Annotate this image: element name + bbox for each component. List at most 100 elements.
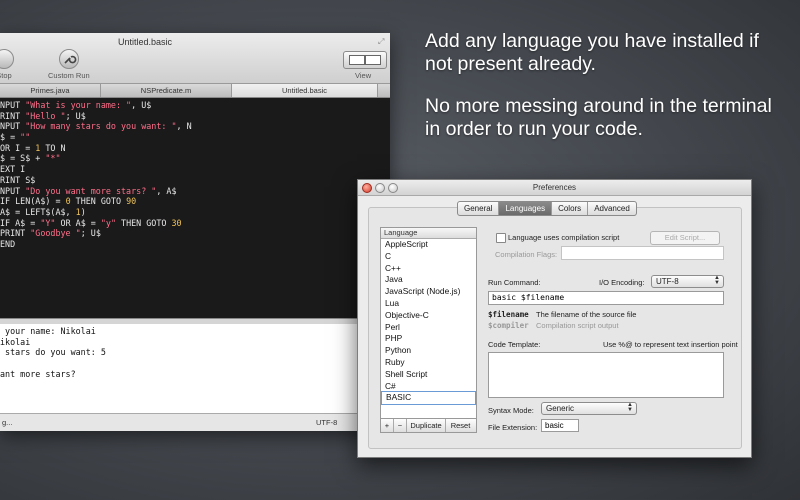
tab-untitled-basic[interactable]: Untitled.basic [232, 84, 378, 97]
code-token: A$ = LEFT$(A$, [0, 206, 76, 217]
code-line[interactable]: $ = S$ + "*" [0, 153, 390, 164]
code-token: THEN GOTO [116, 217, 172, 228]
duplicate-language-button[interactable]: Duplicate [407, 419, 446, 432]
code-line[interactable]: IF LEN(A$) = 0 THEN GOTO 90 [0, 196, 390, 207]
editor-tab-bar: Primes.java NSPredicate.m Untitled.basic [0, 84, 390, 98]
minimize-button[interactable] [375, 183, 385, 193]
language-list-item[interactable]: Java [381, 274, 476, 286]
code-editor[interactable]: NPUT "What is your name: ", U$ RINT "Hell… [0, 98, 390, 318]
code-template-field[interactable] [488, 352, 724, 398]
language-list-item[interactable]: PHP [381, 333, 476, 345]
close-button[interactable] [362, 183, 372, 193]
custom-run-button[interactable]: Custom Run [48, 49, 90, 80]
zoom-button[interactable] [388, 183, 398, 193]
code-line[interactable]: RINT "Hello "; U$ [0, 111, 390, 122]
code-token: , U$ [131, 100, 152, 110]
stop-label: Stop [0, 71, 12, 80]
language-list-item[interactable]: C++ [381, 263, 476, 275]
compilation-flags-field[interactable] [561, 246, 724, 260]
io-encoding-value: UTF-8 [656, 277, 679, 286]
window-controls [362, 183, 398, 193]
language-list-item[interactable]: Objective-C [381, 310, 476, 322]
reset-language-button[interactable]: Reset [446, 419, 475, 432]
console-line: your name: Nikolai [0, 326, 96, 336]
preferences-tabs: General Languages Colors Advanced [457, 201, 637, 216]
tab-general[interactable]: General [458, 202, 500, 215]
language-list-item[interactable]: C# [381, 381, 476, 393]
language-list-item[interactable]: Perl [381, 322, 476, 334]
view-label: View [355, 71, 372, 80]
edit-script-button[interactable]: Edit Script... [650, 231, 720, 245]
tab-primes-java[interactable]: Primes.java [0, 84, 101, 97]
code-line[interactable]: OR I = 1 TO N [0, 143, 390, 154]
io-encoding-label: I/O Encoding: [599, 278, 645, 287]
code-token: NPUT [0, 100, 26, 110]
custom-run-label: Custom Run [48, 71, 90, 80]
file-extension-field[interactable]: basic [541, 419, 579, 432]
language-list-item[interactable]: Python [381, 345, 476, 357]
popup-arrows-icon: ▲ ▼ [627, 402, 633, 413]
language-list-item[interactable]: JavaScript (Node.js) [381, 286, 476, 298]
language-list-item[interactable]: Ruby [381, 357, 476, 369]
headline-line-2: No more messing around in the terminal i… [425, 95, 772, 140]
compilation-script-checkbox[interactable] [496, 233, 506, 243]
code-token: $ = S$ + [0, 153, 46, 164]
code-line[interactable]: EXT I [0, 164, 390, 175]
compiler-description: Compilation script output [536, 321, 619, 330]
code-token: TO N [40, 142, 66, 153]
code-token: ; U$ [65, 110, 86, 121]
fullscreen-icon[interactable]: ⤢ [378, 37, 384, 47]
stop-button[interactable]: Stop [0, 49, 14, 80]
code-line[interactable]: END [0, 239, 390, 250]
tab-colors[interactable]: Colors [552, 202, 589, 215]
code-line[interactable]: PRINT "Goodbye "; U$ [0, 228, 390, 239]
language-list-item[interactable]: BASIC [381, 391, 476, 406]
tab-languages[interactable]: Languages [499, 202, 553, 215]
code-line[interactable]: IF A$ = "Y" OR A$ = "y" THEN GOTO 30 [0, 218, 390, 229]
console-line: ikolai [0, 336, 31, 347]
language-list-item[interactable]: AppleScript [381, 239, 476, 251]
code-line[interactable]: $ = "" [0, 132, 390, 143]
code-token: ) [80, 206, 86, 217]
code-line[interactable]: NPUT "What is your name: ", U$ [0, 100, 390, 111]
filename-variable: $filename [488, 310, 529, 319]
filename-description: The filename of the source file [536, 310, 637, 319]
code-line[interactable]: NPUT "How many stars do you want: ", N [0, 121, 390, 132]
language-list-item[interactable]: Shell Script [381, 369, 476, 381]
code-line[interactable]: A$ = LEFT$(A$, 1) [0, 207, 390, 218]
output-console[interactable]: your name: Nikolai ikolai stars do you wa… [0, 324, 390, 413]
preferences-window: Preferences General Languages Colors Adv… [357, 179, 752, 458]
wrench-icon [58, 49, 79, 69]
remove-language-button[interactable]: − [394, 419, 407, 432]
code-token: , N [176, 121, 192, 132]
view-toggle-button[interactable] [343, 51, 387, 69]
code-template-label: Code Template: [488, 340, 541, 349]
preferences-title: Preferences [532, 183, 577, 192]
code-token: IF LEN(A$) = [0, 196, 66, 207]
tab-nspredicate-m[interactable]: NSPredicate.m [101, 84, 232, 97]
code-token: OR I = [0, 142, 36, 153]
add-language-button[interactable]: + [381, 419, 394, 432]
syntax-mode-popup[interactable]: Generic ▲ ▼ [541, 402, 637, 415]
editor-window-title: Untitled.basic [117, 37, 173, 47]
encoding-selector[interactable]: UTF-8 [316, 418, 337, 427]
code-token: "y" [100, 217, 117, 228]
marketing-text: Add any language you have installed if n… [425, 30, 785, 160]
language-list-item[interactable]: C [381, 251, 476, 263]
code-token: EXT I [0, 164, 26, 175]
tab-advanced[interactable]: Advanced [588, 202, 636, 215]
run-command-field[interactable]: basic $filename [488, 291, 724, 305]
code-line[interactable]: NPUT "Do you want more stars? ", A$ [0, 186, 390, 197]
console-line: ant more stars? [0, 368, 76, 379]
popup-arrows-icon: ▲ ▼ [714, 275, 720, 286]
io-encoding-popup[interactable]: UTF-8 ▲ ▼ [651, 275, 724, 288]
code-token: "Do you want more stars? " [25, 185, 157, 196]
code-token: ; U$ [80, 228, 101, 239]
headline-line-1: Add any language you have installed if n… [425, 30, 759, 75]
code-token: "*" [45, 153, 61, 164]
code-line[interactable]: RINT S$ [0, 175, 390, 186]
language-list-item[interactable]: Lua [381, 298, 476, 310]
code-token: "Goodbye " [30, 228, 81, 239]
code-token: "What is your name: " [25, 100, 132, 110]
